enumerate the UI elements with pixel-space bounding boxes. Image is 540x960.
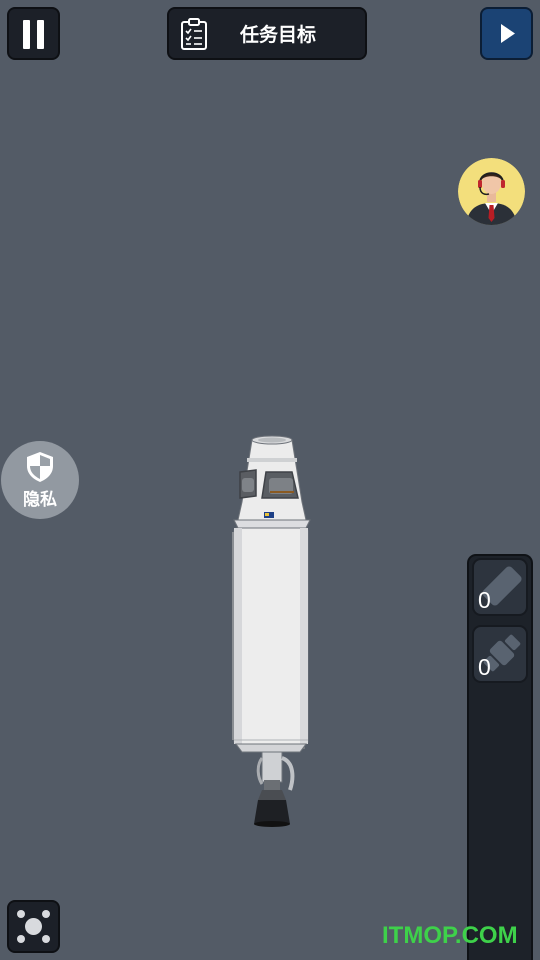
play-button[interactable]: [480, 7, 533, 60]
privacy-label: 隐私: [23, 490, 57, 510]
advisor-avatar[interactable]: [458, 158, 525, 225]
parts-grid-icon: [17, 910, 50, 943]
clipboard-checklist-icon: [181, 17, 207, 50]
rocket: [232, 435, 311, 827]
shield-icon: [27, 452, 53, 482]
privacy-button[interactable]: 隐私: [1, 441, 79, 519]
separator-count: 0: [478, 654, 491, 680]
pause-button[interactable]: [7, 7, 60, 60]
parts-button[interactable]: [7, 900, 60, 953]
watermark: ITMOP.COM: [382, 922, 518, 949]
play-icon: [501, 24, 515, 43]
fuel-tank-count: 0: [478, 587, 491, 613]
mission-objectives-button[interactable]: 任务目标: [167, 7, 367, 60]
stages-panel[interactable]: 0 0: [467, 554, 533, 960]
stage-slot-separator[interactable]: 0: [472, 625, 528, 683]
mission-objectives-label: 任务目标: [239, 24, 316, 46]
headset-advisor-avatar-icon: [458, 158, 525, 225]
stage-slot-fuel-tank[interactable]: 0: [472, 558, 528, 616]
